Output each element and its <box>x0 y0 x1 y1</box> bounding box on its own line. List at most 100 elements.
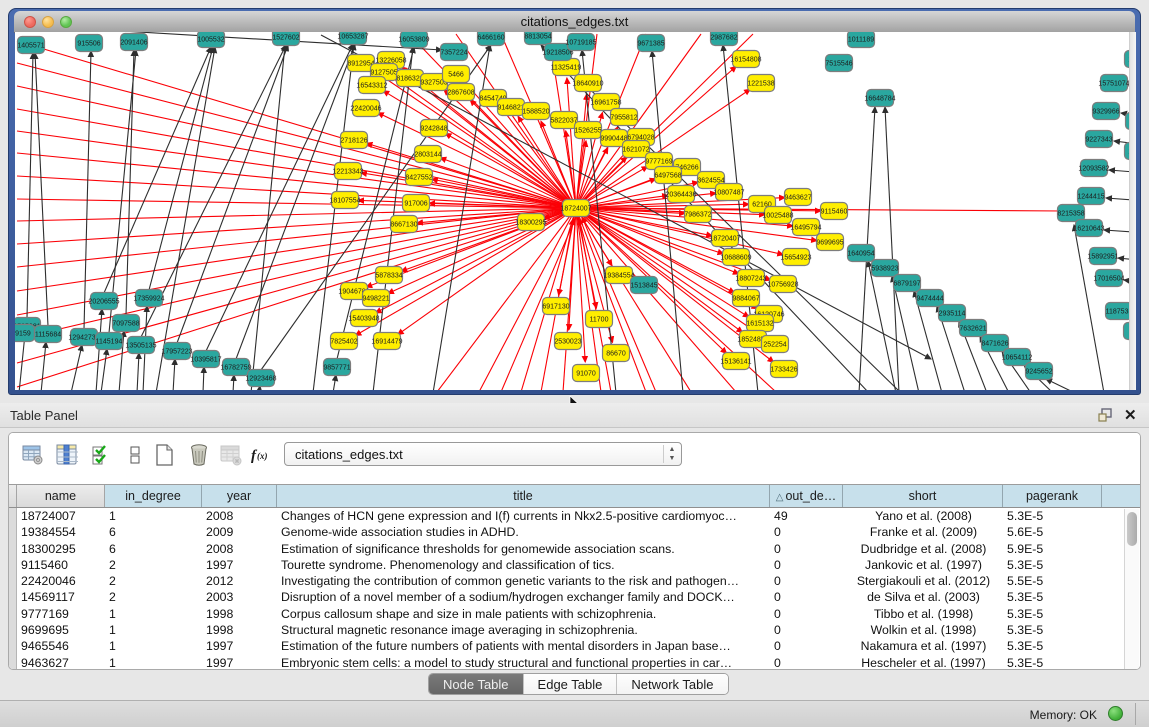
cell-year[interactable]: 1998 <box>202 622 277 638</box>
graph-node[interactable]: 16543312 <box>356 77 387 94</box>
cell-name[interactable]: 9699695 <box>17 622 105 638</box>
graph-node[interactable]: 5466 <box>443 66 470 83</box>
cell-pagerank[interactable]: 5.3E-5 <box>1003 557 1102 573</box>
graph-node[interactable]: 9857771 <box>323 359 350 376</box>
cell-short[interactable]: Wolkin et al. (1998) <box>843 622 1003 638</box>
column-header-pagerank[interactable]: pagerank <box>1003 485 1102 507</box>
graph-edge[interactable] <box>885 107 899 390</box>
citation-network-graph[interactable]: 1872400789129541322605891275051654331281… <box>15 32 1136 390</box>
graph-node[interactable]: 9474444 <box>916 290 943 307</box>
graph-edge[interactable] <box>203 367 204 390</box>
graph-node[interactable]: 9227343 <box>1085 131 1112 148</box>
cell-name[interactable]: 18724007 <box>17 508 105 524</box>
graph-node[interactable]: 8813054 <box>524 32 551 45</box>
select-rows-icon[interactable] <box>87 441 115 469</box>
graph-node[interactable]: 9498221 <box>362 290 389 307</box>
graph-node[interactable]: 18107554 <box>329 192 360 209</box>
cell-in_degree[interactable]: 1 <box>105 508 202 524</box>
graph-node[interactable]: 6879197 <box>893 275 920 292</box>
graph-edge[interactable] <box>17 41 576 208</box>
graph-node[interactable]: 17957223 <box>161 343 192 360</box>
graph-node[interactable]: 18720407 <box>709 230 740 247</box>
graph-node[interactable]: 1615132 <box>746 315 773 332</box>
cell-short[interactable]: Dudbridge et al. (2008) <box>843 541 1003 557</box>
graph-edge[interactable] <box>101 349 107 390</box>
graph-node[interactable]: 16053809 <box>398 32 429 48</box>
graph-edge[interactable] <box>173 359 175 390</box>
graph-node[interactable]: 18300295 <box>515 214 546 231</box>
graph-node[interactable]: 1526255 <box>574 122 601 139</box>
graph-node[interactable]: 9242848 <box>420 120 447 137</box>
graph-edge[interactable] <box>27 53 33 318</box>
cell-name[interactable]: 9463627 <box>17 655 105 670</box>
graph-node[interactable]: 9329966 <box>1092 103 1119 120</box>
graph-node[interactable]: 2718126 <box>340 132 367 149</box>
graph-node[interactable]: 7986372 <box>684 206 711 223</box>
graph-edge[interactable] <box>868 261 896 390</box>
graph-node[interactable]: 12093582 <box>1078 160 1109 177</box>
cell-in_degree[interactable]: 6 <box>105 524 202 540</box>
graph-node[interactable]: 7955812 <box>610 109 637 126</box>
graph-node[interactable]: 252254 <box>762 336 789 353</box>
graph-node[interactable]: 16495794 <box>790 219 821 236</box>
cell-in_degree[interactable]: 2 <box>105 573 202 589</box>
cell-short[interactable]: Tibbo et al. (1998) <box>843 606 1003 622</box>
cell-title[interactable]: Genome-wide association studies in ADHD. <box>277 524 770 540</box>
table-row[interactable]: 946362711997Embryonic stem cells: a mode… <box>9 655 1140 670</box>
table-row[interactable]: 2242004622012Investigating the contribut… <box>9 573 1140 589</box>
table-row[interactable]: 1830029562008Estimation of significance … <box>9 541 1140 557</box>
graph-node[interactable]: 9146821 <box>497 99 524 116</box>
graph-node[interactable]: 917006 <box>403 195 430 212</box>
graph-edge[interactable] <box>177 45 288 343</box>
graph-node[interactable]: 16782759 <box>220 359 251 376</box>
graph-node[interactable]: 20364436 <box>665 186 696 203</box>
table-selector-combobox[interactable]: citations_edges.txt ▲▼ <box>284 442 682 466</box>
graph-node[interactable]: 10395817 <box>190 351 221 368</box>
graph-node[interactable]: 12213343 <box>332 163 363 180</box>
graph-node[interactable]: 9245652 <box>1025 363 1052 380</box>
graph-node[interactable]: 15403948 <box>348 310 379 327</box>
graph-node[interactable]: 10653287 <box>337 32 368 45</box>
column-header-out_de[interactable]: △out_de… <box>770 485 843 507</box>
cell-pagerank[interactable]: 5.3E-5 <box>1003 622 1102 638</box>
graph-node[interactable]: 18640910 <box>572 75 603 92</box>
graph-edge[interactable] <box>17 63 576 208</box>
graph-node[interactable]: 1588520 <box>522 103 549 120</box>
graph-node[interactable]: 17016504 <box>1093 270 1124 287</box>
window-titlebar[interactable]: citations_edges.txt <box>14 11 1135 33</box>
cell-name[interactable]: 9777169 <box>17 606 105 622</box>
cell-name[interactable]: 9115460 <box>17 557 105 573</box>
cell-year[interactable]: 2008 <box>202 508 277 524</box>
graph-edge[interactable] <box>333 375 336 390</box>
table-vertical-scrollbar[interactable] <box>1124 509 1139 669</box>
tab-node-table[interactable]: Node Table <box>429 674 524 694</box>
cell-short[interactable]: Nakamura et al. (1997) <box>843 638 1003 654</box>
graph-edge[interactable] <box>652 51 683 390</box>
graph-node[interactable]: 15654923 <box>780 249 811 266</box>
graph-node[interactable]: 11700 <box>586 311 613 328</box>
cell-title[interactable]: Changes of HCN gene expression and I(f) … <box>277 508 770 524</box>
column-header-title[interactable]: title <box>277 485 770 507</box>
cell-in_degree[interactable]: 2 <box>105 557 202 573</box>
graph-node[interactable]: 1640954 <box>847 245 874 262</box>
cell-title[interactable]: Estimation of the future numbers of pati… <box>277 638 770 654</box>
cell-out_de[interactable]: 49 <box>770 508 843 524</box>
graph-edge[interactable] <box>251 45 285 390</box>
graph-node[interactable]: 16914479 <box>371 333 402 350</box>
graph-node[interactable]: 9884067 <box>732 290 759 307</box>
graph-node[interactable]: 6917130 <box>542 298 569 315</box>
graph-node[interactable]: 8471626 <box>981 335 1008 352</box>
function-builder-icon[interactable]: f(x) <box>249 441 277 469</box>
cell-year[interactable]: 1997 <box>202 638 277 654</box>
graph-node[interactable]: 2987682 <box>710 32 737 46</box>
cell-pagerank[interactable]: 5.3E-5 <box>1003 589 1102 605</box>
canvas-scrollbar[interactable] <box>1129 32 1136 390</box>
table-row[interactable]: 946554611997Estimation of the future num… <box>9 638 1140 654</box>
graph-node[interactable]: 1733426 <box>770 361 797 378</box>
table-row[interactable]: 1456911722003Disruption of a novel membe… <box>9 589 1140 605</box>
cell-name[interactable]: 22420046 <box>17 573 105 589</box>
cell-short[interactable]: Hescheler et al. (1997) <box>843 655 1003 670</box>
graph-node[interactable]: 86670 <box>603 345 630 362</box>
graph-node[interactable]: 1244415 <box>1077 188 1104 205</box>
cell-year[interactable]: 2012 <box>202 573 277 589</box>
